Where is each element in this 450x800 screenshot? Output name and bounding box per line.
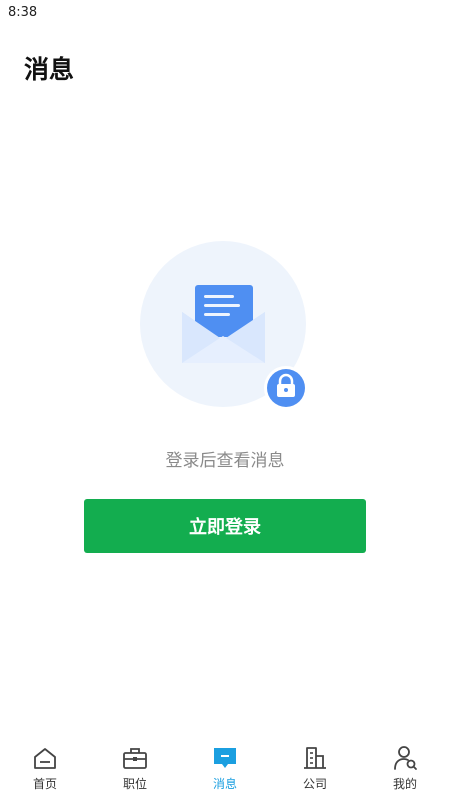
message-icon xyxy=(214,748,236,768)
home-icon xyxy=(34,748,56,769)
tab-profile[interactable]: 我的 xyxy=(360,740,450,800)
status-time: 8:38 xyxy=(8,5,38,20)
page-title: 消息 xyxy=(24,55,75,84)
empty-hint-text: 登录后查看消息 xyxy=(165,451,285,471)
tab-home[interactable]: 首页 xyxy=(0,740,90,800)
envelope-lock-icon xyxy=(140,241,308,410)
briefcase-icon xyxy=(123,748,147,769)
tab-messages[interactable]: 消息 xyxy=(180,740,270,800)
tab-label: 消息 xyxy=(212,777,237,791)
tab-label: 首页 xyxy=(32,777,57,791)
login-button[interactable]: 立即登录 xyxy=(84,499,366,553)
empty-state-illustration xyxy=(140,240,310,412)
tab-company[interactable]: 公司 xyxy=(270,740,360,800)
tab-label: 职位 xyxy=(122,777,147,791)
status-bar: 8:38 xyxy=(0,0,450,26)
bottom-tab-bar: 首页 职位 消息 公司 我的 xyxy=(0,740,450,800)
building-icon xyxy=(304,747,326,769)
tab-jobs[interactable]: 职位 xyxy=(90,740,180,800)
profile-search-icon xyxy=(394,746,417,770)
tab-label: 公司 xyxy=(302,777,327,791)
tab-label: 我的 xyxy=(392,777,417,791)
